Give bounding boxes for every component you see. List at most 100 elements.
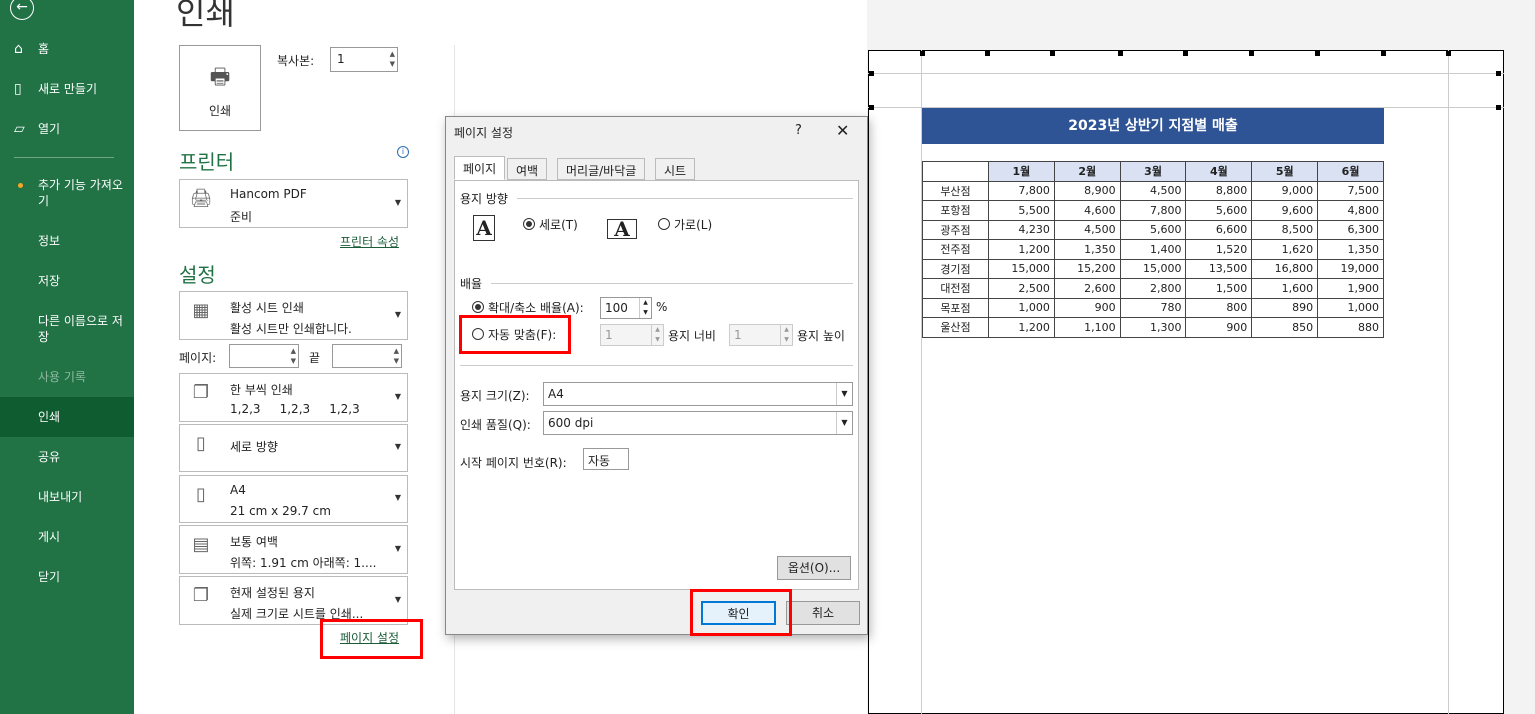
close-icon[interactable]: ✕ (836, 121, 849, 140)
table-row: 대전점 2,500 2,600 2,800 1,500 1,600 1,900 (922, 278, 1384, 299)
sales-cell: 5,600 (1119, 219, 1187, 240)
margin-handle[interactable] (869, 71, 874, 76)
margin-handle[interactable] (869, 105, 874, 110)
nav-home[interactable]: ⌂ 홈 (0, 41, 134, 57)
help-icon[interactable]: ? (795, 123, 802, 138)
printer-dropdown[interactable]: 🖨 Hancom PDF 준비 ▼ (179, 179, 408, 228)
sales-cell: 9,000 (1251, 180, 1319, 201)
table-row: 울산점 1,200 1,100 1,300 900 850 880 (922, 317, 1384, 338)
sales-cell: 6,600 (1185, 219, 1253, 240)
nav-print[interactable]: 인쇄 (0, 397, 134, 437)
margin-handle[interactable] (1249, 51, 1254, 56)
dialog-title: 페이지 설정 (454, 126, 514, 140)
sales-cell: 4,230 (988, 219, 1055, 240)
pages-to-spinner[interactable]: ▲ ▼ (394, 346, 399, 366)
margin-handle[interactable] (920, 51, 925, 56)
copies-input[interactable]: 1 ▲ ▼ (330, 47, 398, 72)
fit-width-input[interactable]: 1 ▲ ▼ (600, 324, 664, 346)
preview-page (868, 50, 1504, 714)
nav-close[interactable]: 닫기 (0, 569, 134, 585)
fit-width-spinner[interactable]: ▲ ▼ (651, 325, 663, 345)
collate-icon: ❐ (192, 382, 210, 403)
sales-cell: 880 (1317, 317, 1384, 338)
sales-cell: 2,600 (1053, 278, 1121, 299)
header-cell: 1월 (988, 161, 1055, 182)
nav-publish[interactable]: 게시 (0, 529, 134, 545)
nav-export[interactable]: 내보내기 (0, 489, 134, 505)
print-button[interactable]: 🖶 인쇄 (179, 45, 261, 131)
portrait-radio[interactable] (523, 218, 535, 230)
folder-open-icon: ▱ (14, 121, 25, 137)
nav-open[interactable]: ▱ 열기 (0, 121, 134, 137)
nav-save-as[interactable]: 다른 이름으로 저장 (0, 313, 134, 345)
margin-handle[interactable] (1381, 51, 1386, 56)
fit-height-input[interactable]: 1 ▲ ▼ (729, 324, 793, 346)
margin-handle[interactable] (985, 51, 990, 56)
first-page-input[interactable]: 자동 (583, 448, 629, 470)
tab-header-footer[interactable]: 머리글/바닥글 (557, 158, 646, 180)
nav-share[interactable]: 공유 (0, 449, 134, 465)
sales-cell: 1,100 (1053, 317, 1121, 338)
adjust-to-label: 확대/축소 배율(A): (488, 301, 584, 315)
sales-cell: 5,600 (1185, 200, 1253, 221)
margins-dropdown[interactable]: ▤ 보통 여백 위쪽: 1.91 cm 아래쪽: 1.... ▼ (179, 525, 408, 574)
adjust-to-radio[interactable] (472, 301, 484, 313)
margin-handle[interactable] (1118, 51, 1123, 56)
margin-handle[interactable] (1183, 51, 1188, 56)
pages-from-spinner[interactable]: ▲ ▼ (291, 346, 296, 366)
header-margin-line (868, 73, 1504, 74)
scaling-dropdown[interactable]: ❐ 현재 설정된 용지 실제 크기로 시트를 인쇄... ▼ (179, 576, 408, 625)
margin-handle[interactable] (1446, 51, 1451, 56)
margin-handle[interactable] (1496, 105, 1501, 110)
orientation-dropdown[interactable]: ▯ 세로 방향 ▼ (179, 424, 408, 472)
nav-info[interactable]: 정보 (0, 233, 134, 249)
branch-cell: 목포점 (922, 297, 989, 318)
sales-cell: 780 (1119, 297, 1187, 318)
back-arrow-icon[interactable]: ← (10, 0, 34, 20)
table-row: 경기점 15,000 15,200 15,000 13,500 16,800 19,000 (922, 258, 1384, 279)
paper-size-select[interactable]: A4 ▼ (543, 382, 853, 406)
pages-to-input[interactable]: ▲ ▼ (332, 344, 402, 368)
options-button[interactable]: 옵션(O)... (777, 556, 851, 580)
fit-width-label: 용지 너비 (668, 329, 716, 343)
sales-cell: 890 (1251, 297, 1319, 318)
chevron-down-icon: ▼ (394, 493, 401, 502)
info-icon[interactable]: i (397, 146, 409, 158)
fit-height-spinner[interactable]: ▲ ▼ (780, 325, 792, 345)
margins-icon: ▤ (192, 534, 210, 555)
sales-cell: 1,000 (988, 297, 1055, 318)
table-row: 전주점 1,200 1,350 1,400 1,520 1,620 1,350 (922, 239, 1384, 260)
group-divider (517, 198, 853, 199)
sheet-grid-icon: ▦ (192, 300, 210, 321)
print-what-dropdown[interactable]: ▦ 활성 시트 인쇄 활성 시트만 인쇄합니다. ▼ (179, 291, 408, 340)
margin-handle[interactable] (1496, 71, 1501, 76)
sales-cell: 4,800 (1317, 200, 1384, 221)
tab-sheet[interactable]: 시트 (655, 158, 696, 180)
printer-properties-link[interactable]: 프린터 속성 (340, 233, 399, 250)
adjust-spinner[interactable]: ▲ ▼ (639, 298, 651, 318)
nav-new[interactable]: ▯ 새로 만들기 (0, 81, 134, 97)
collate-dropdown[interactable]: ❐ 한 부씩 인쇄 1,2,3 1,2,3 1,2,3 ▼ (179, 373, 408, 422)
chevron-down-icon: ▼ (394, 309, 401, 319)
tab-page[interactable]: 페이지 (454, 156, 506, 180)
pages-from-input[interactable]: ▲ ▼ (229, 344, 299, 368)
margin-handle[interactable] (1050, 51, 1055, 56)
cancel-button[interactable]: 취소 (786, 601, 860, 625)
branch-cell: 울산점 (922, 317, 989, 338)
nav-get-addins[interactable]: 추가 기능 가져오기 (0, 177, 134, 209)
adjust-to-input[interactable]: 100 ▲ ▼ (600, 297, 652, 319)
nav-history: 사용 기록 (38, 370, 86, 384)
sales-cell: 1,400 (1119, 239, 1187, 260)
tab-margins[interactable]: 여백 (507, 158, 548, 180)
margin-handle[interactable] (1315, 51, 1320, 56)
sheet-title: 2023년 상반기 지점별 매출 (922, 108, 1384, 144)
sales-cell: 6,300 (1317, 219, 1384, 240)
landscape-radio[interactable] (658, 218, 670, 230)
copies-spinner[interactable]: ▲ ▼ (390, 49, 395, 69)
nav-save[interactable]: 저장 (0, 273, 134, 289)
sales-cell: 7,800 (988, 180, 1055, 201)
portrait-label: 세로(T) (539, 218, 578, 232)
print-quality-select[interactable]: 600 dpi ▼ (543, 411, 853, 435)
chevron-down-icon: ▼ (836, 383, 852, 405)
paper-size-dropdown[interactable]: ▯ A4 21 cm x 29.7 cm ▼ (179, 475, 408, 523)
